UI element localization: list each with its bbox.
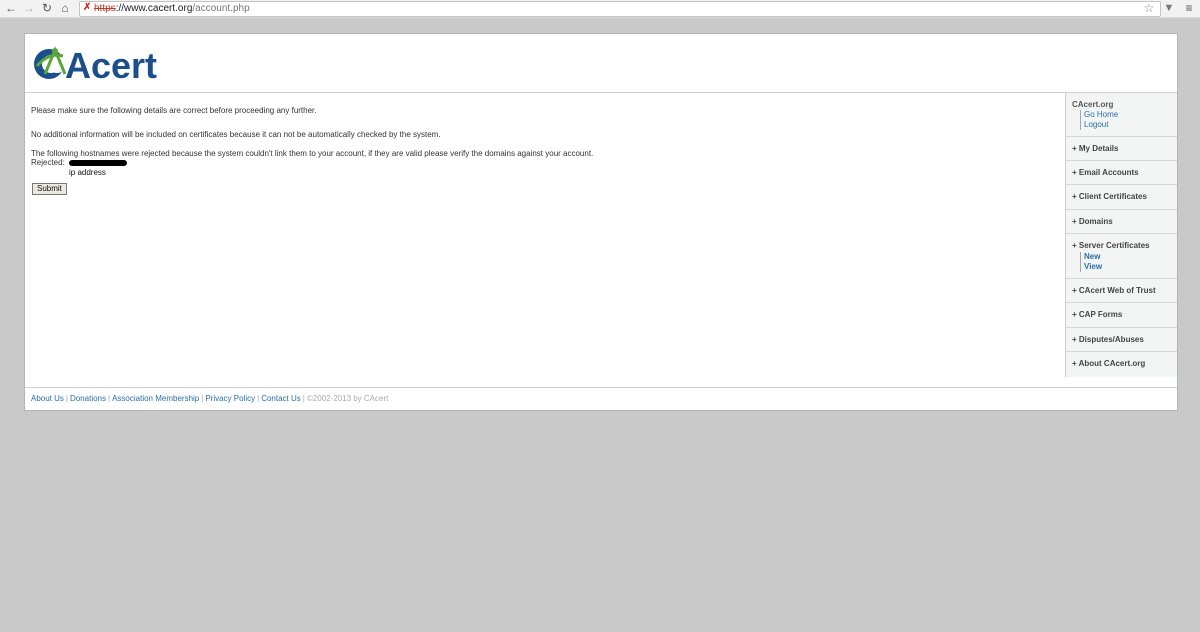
sidebar-title: CAcert.org <box>1072 100 1114 109</box>
sidebar-item-disputes[interactable]: + Disputes/Abuses <box>1066 327 1177 352</box>
no-info-text: No additional information will be includ… <box>31 130 441 139</box>
footer-separator: | <box>65 394 68 403</box>
footer-contact-link[interactable]: Contact Us <box>261 394 301 403</box>
logout-link[interactable]: Logout <box>1084 120 1118 130</box>
server-cert-links: New View <box>1080 252 1102 272</box>
sidebar-item-client-certificates[interactable]: + Client Certificates <box>1066 184 1177 209</box>
bookmark-star-icon[interactable]: ☆ <box>1142 1 1156 15</box>
ip-address-text: ip address <box>69 168 106 177</box>
address-bar[interactable]: ✗ https://www.cacert.org/account.php <box>79 1 1161 17</box>
back-icon[interactable]: ← <box>4 1 18 16</box>
footer-links: About Us | Donations | Association Membershi… <box>31 394 388 403</box>
extension-icon[interactable]: ▼ <box>1162 1 1176 15</box>
sidebar-item-email-accounts[interactable]: + Email Accounts <box>1066 160 1177 185</box>
insecure-lock-icon[interactable]: ✗ <box>83 3 92 13</box>
header: Acert <box>25 34 1177 93</box>
footer-copyright: ©2002-2013 by CAcert <box>306 394 389 403</box>
home-icon[interactable]: ⌂ <box>58 1 72 16</box>
sidebar-item-about[interactable]: + About CAcert.org <box>1066 351 1177 376</box>
sidebar-item-my-details[interactable]: + My Details <box>1066 136 1177 161</box>
footer-separator: | <box>108 394 111 403</box>
server-cert-view-link[interactable]: View <box>1084 262 1102 272</box>
submit-button[interactable]: Submit <box>32 183 67 195</box>
redacted-hostname <box>69 160 127 166</box>
footer-separator: | <box>302 394 305 403</box>
sidebar-menu: CAcert.org Go Home Logout + My Details +… <box>1065 93 1177 377</box>
go-home-link[interactable]: Go Home <box>1084 110 1118 120</box>
footer-donations-link[interactable]: Donations <box>70 394 106 403</box>
sidebar-links: Go Home Logout <box>1080 110 1118 130</box>
footer-about-link[interactable]: About Us <box>31 394 64 403</box>
url-text: https://www.cacert.org/account.php <box>94 3 250 14</box>
footer-association-link[interactable]: Association Membership <box>112 394 199 403</box>
footer-separator: | <box>257 394 260 403</box>
footer-separator: | <box>201 394 204 403</box>
sidebar-item-server-certificates[interactable]: + Server Certificates New View <box>1066 233 1177 278</box>
sidebar-item-domains[interactable]: + Domains <box>1066 209 1177 234</box>
forward-icon[interactable]: → <box>22 1 36 16</box>
page-container: Acert Please make sure the following det… <box>24 33 1178 411</box>
reload-icon[interactable]: ↻ <box>40 1 54 16</box>
server-cert-new-link[interactable]: New <box>1084 252 1102 262</box>
sidebar-header: CAcert.org Go Home Logout <box>1072 99 1118 130</box>
footer: About Us | Donations | Association Membershi… <box>25 387 1177 410</box>
rejected-label: Rejected: <box>31 158 65 167</box>
rejected-note: The following hostnames were rejected be… <box>31 149 594 158</box>
browser-toolbar: ← → ↻ ⌂ ✗ https://www.cacert.org/account… <box>0 0 1200 18</box>
svg-text:Acert: Acert <box>65 45 157 84</box>
cacert-logo[interactable]: Acert <box>31 44 203 84</box>
sidebar-item-web-of-trust[interactable]: + CAcert Web of Trust <box>1066 278 1177 303</box>
menu-icon[interactable]: ≡ <box>1182 1 1196 15</box>
sidebar-item-cap-forms[interactable]: + CAP Forms <box>1066 302 1177 327</box>
footer-privacy-link[interactable]: Privacy Policy <box>205 394 255 403</box>
intro-text: Please make sure the following details a… <box>31 106 317 115</box>
